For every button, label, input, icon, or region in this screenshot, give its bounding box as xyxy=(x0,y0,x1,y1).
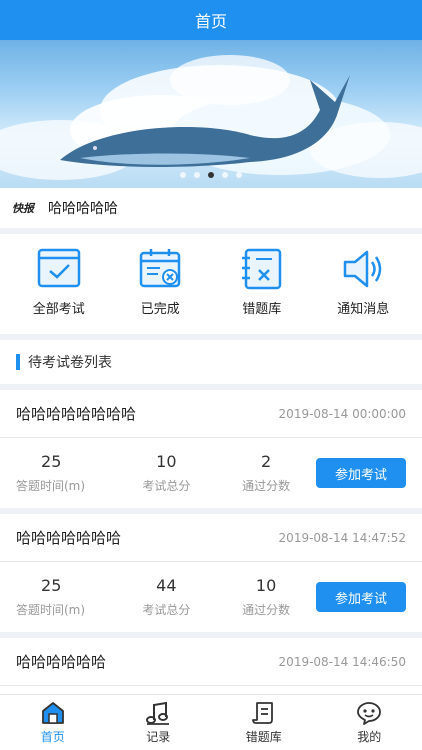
carousel-dot[interactable] xyxy=(180,172,186,178)
carousel-dot[interactable] xyxy=(236,172,242,178)
music-note-icon xyxy=(146,701,170,725)
quick-action-all-exams[interactable]: 全部考试 xyxy=(14,246,104,334)
banner-carousel[interactable] xyxy=(0,40,422,188)
pending-exams-header: 待考试卷列表 xyxy=(0,340,422,384)
carousel-dot[interactable] xyxy=(194,172,200,178)
chat-face-icon xyxy=(357,702,382,725)
quick-action-wrong-questions[interactable]: 错题库 xyxy=(217,246,307,334)
section-title: 待考试卷列表 xyxy=(28,355,112,371)
exam-card-header: 哈哈哈哈哈哈 2019-08-14 14:46:50 xyxy=(0,638,422,686)
join-exam-button[interactable]: 参加考试 xyxy=(316,582,406,612)
nav-bar: 首页 xyxy=(0,0,422,40)
join-exam-button[interactable]: 参加考试 xyxy=(316,458,406,488)
home-icon xyxy=(41,702,64,724)
stat-total-score: 44 考试总分 xyxy=(142,576,191,617)
news-tag: 快报 xyxy=(12,202,34,215)
quick-actions: 全部考试 已完成 错题库 通知消息 xyxy=(0,234,422,334)
notebook-wrong-icon xyxy=(241,248,281,290)
stat-total-score: 10 考试总分 xyxy=(142,452,191,493)
exam-card[interactable]: 哈哈哈哈哈哈 2019-08-14 14:46:50 xyxy=(0,638,422,694)
news-text[interactable]: 哈哈哈哈哈 xyxy=(48,198,118,218)
exam-card-header: 哈哈哈哈哈哈哈 2019-08-14 14:47:52 xyxy=(0,514,422,562)
quick-action-completed[interactable]: 已完成 xyxy=(115,246,205,334)
stat-pass-score: 2 通过分数 xyxy=(242,452,291,493)
tab-home[interactable]: 首页 xyxy=(0,695,106,750)
tab-wrong-questions[interactable]: 错题库 xyxy=(211,695,317,750)
exam-title: 哈哈哈哈哈哈哈 xyxy=(16,529,122,547)
exam-title: 哈哈哈哈哈哈 xyxy=(16,653,107,671)
exam-card[interactable]: 哈哈哈哈哈哈哈哈 2019-08-14 00:00:00 25 答题时间(m) … xyxy=(0,390,422,508)
stat-duration: 25 答题时间(m) xyxy=(16,576,86,617)
exam-time: 2019-08-14 14:47:52 xyxy=(278,530,406,545)
stat-duration: 25 答题时间(m) xyxy=(16,452,86,493)
carousel-dot-active[interactable] xyxy=(208,172,214,178)
exam-card-header: 哈哈哈哈哈哈哈哈 2019-08-14 00:00:00 xyxy=(0,390,422,438)
stat-pass-score: 10 通过分数 xyxy=(242,576,291,617)
section-accent-bar xyxy=(16,354,20,370)
exam-list-icon xyxy=(37,248,80,288)
tab-mine[interactable]: 我的 xyxy=(317,695,422,750)
exam-card[interactable]: 哈哈哈哈哈哈哈 2019-08-14 14:47:52 25 答题时间(m) 4… xyxy=(0,514,422,632)
quick-action-notifications[interactable]: 通知消息 xyxy=(318,246,408,334)
page-title: 首页 xyxy=(194,12,227,31)
whale-cloud-illustration xyxy=(0,55,422,180)
exam-card-body: 25 答题时间(m) 44 考试总分 10 通过分数 参加考试 xyxy=(0,562,422,632)
exam-card-body: 25 答题时间(m) 10 考试总分 2 通过分数 参加考试 xyxy=(0,438,422,508)
exam-title: 哈哈哈哈哈哈哈哈 xyxy=(16,405,137,423)
speaker-icon xyxy=(344,250,382,288)
carousel-indicator[interactable] xyxy=(0,172,422,178)
news-ticker[interactable]: 快报 哈哈哈哈哈 xyxy=(0,188,422,228)
bottom-tab-bar: 首页 记录 错题库 我的 xyxy=(0,694,422,750)
exam-time: 2019-08-14 00:00:00 xyxy=(278,406,406,421)
scroll-icon xyxy=(251,702,273,724)
carousel-dot[interactable] xyxy=(222,172,228,178)
calendar-check-icon xyxy=(140,249,181,288)
tab-records[interactable]: 记录 xyxy=(106,695,212,750)
exam-time: 2019-08-14 14:46:50 xyxy=(278,654,406,669)
